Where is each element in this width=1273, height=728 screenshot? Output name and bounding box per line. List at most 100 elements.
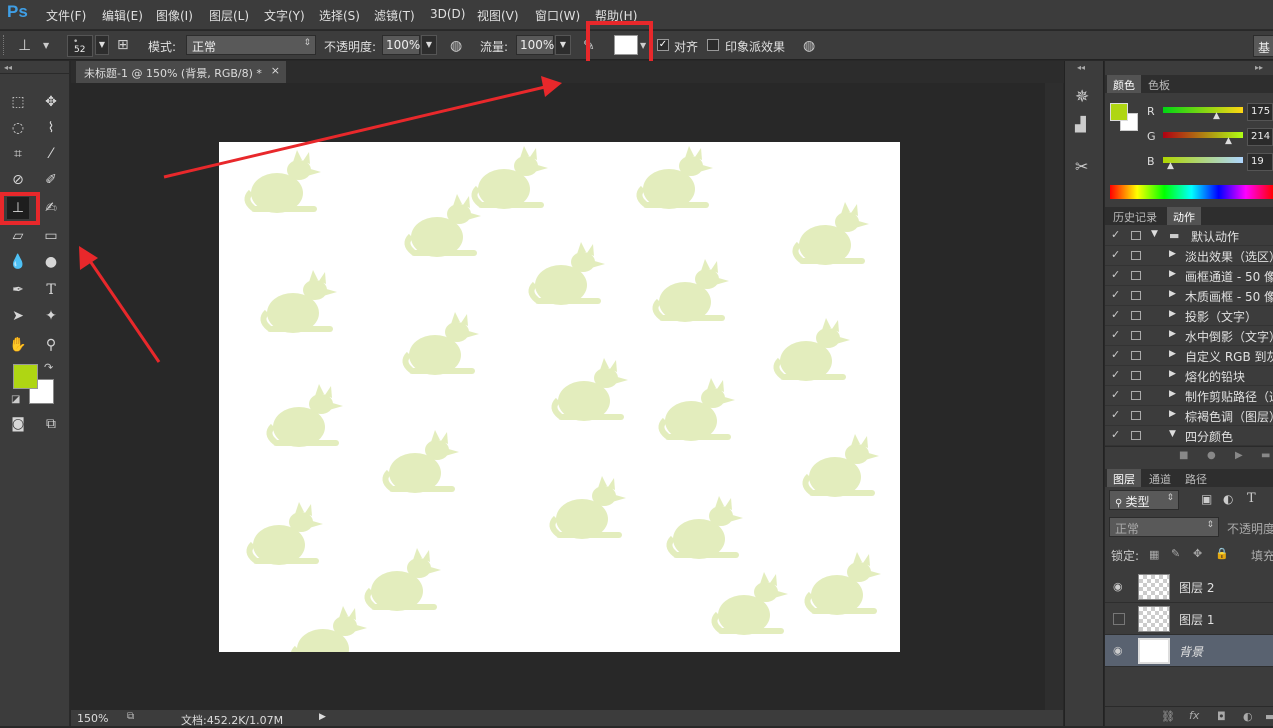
b-slider[interactable]	[1163, 157, 1243, 163]
layer-thumbnail[interactable]	[1138, 638, 1170, 664]
action-dialog-toggle[interactable]	[1131, 351, 1141, 360]
zoom-level[interactable]: 150%	[77, 712, 108, 725]
action-check-icon[interactable]: ✓	[1111, 248, 1120, 261]
tab-history[interactable]: 历史记录	[1107, 207, 1163, 225]
expand-triangle-icon[interactable]: ▶	[1169, 249, 1176, 259]
action-dialog-toggle[interactable]	[1131, 391, 1141, 400]
tab-color[interactable]: 颜色	[1107, 75, 1141, 93]
stop-icon[interactable]: ■	[1179, 450, 1188, 461]
expand-triangle-icon[interactable]: ▼	[1151, 229, 1158, 239]
action-check-icon[interactable]: ✓	[1111, 428, 1120, 441]
action-dialog-toggle[interactable]	[1131, 331, 1141, 340]
layer-name[interactable]: 图层 2	[1179, 579, 1214, 596]
action-check-icon[interactable]: ✓	[1111, 328, 1120, 341]
new-group-icon[interactable]: ▬	[1265, 710, 1273, 723]
action-check-icon[interactable]: ✓	[1111, 228, 1120, 241]
action-row[interactable]: ✓ ▶ 投影（文字）	[1105, 306, 1273, 326]
layer-filter-select[interactable]: ⚲ 类型 ⇕	[1109, 490, 1179, 510]
fx-icon[interactable]: fx	[1189, 709, 1199, 722]
action-row[interactable]: ▬ ✓ ▼ 默认动作	[1105, 226, 1273, 246]
status-menu-arrow-icon[interactable]: ▶	[319, 712, 326, 722]
layer-row[interactable]: ◉ 图层 2	[1105, 571, 1273, 603]
action-dialog-toggle[interactable]	[1131, 251, 1141, 260]
eye-icon[interactable]: ◉	[1113, 580, 1123, 593]
r-slider[interactable]	[1163, 107, 1243, 113]
tab-layers[interactable]: 图层	[1107, 469, 1141, 487]
record-icon[interactable]: ●	[1207, 450, 1216, 461]
action-row[interactable]: ✓ ▶ 木质画框 - 50 像素	[1105, 286, 1273, 306]
hidden-layer-box[interactable]	[1113, 613, 1125, 625]
link-icon[interactable]: ⛓	[1161, 710, 1175, 723]
share-icon[interactable]: ⧉	[127, 711, 134, 722]
expand-triangle-icon[interactable]: ▶	[1169, 269, 1176, 279]
action-dialog-toggle[interactable]	[1131, 411, 1141, 420]
action-check-icon[interactable]: ✓	[1111, 388, 1120, 401]
lock-position-icon[interactable]: ✥	[1193, 547, 1202, 560]
collapse-icon[interactable]: ◂◂	[1077, 63, 1085, 72]
action-check-icon[interactable]: ✓	[1111, 268, 1120, 281]
slider-handle-icon[interactable]: ▲	[1213, 111, 1220, 121]
eye-icon[interactable]: ◉	[1113, 644, 1123, 657]
action-row[interactable]: ✓ ▶ 自定义 RGB 到灰度	[1105, 346, 1273, 366]
expand-triangle-icon[interactable]: ▶	[1169, 289, 1176, 299]
tools-preset-icon[interactable]: ✂	[1075, 157, 1088, 176]
layer-thumbnail[interactable]	[1138, 606, 1170, 632]
g-value[interactable]: 214	[1247, 128, 1273, 146]
action-dialog-toggle[interactable]	[1131, 311, 1141, 320]
action-check-icon[interactable]: ✓	[1111, 408, 1120, 421]
adjustment-layer-icon[interactable]: ◐	[1243, 710, 1253, 723]
lock-pixels-icon[interactable]: ✎	[1171, 547, 1180, 560]
expand-triangle-icon[interactable]: ▶	[1169, 369, 1176, 379]
type-filter-icon[interactable]: T	[1247, 491, 1256, 506]
expand-triangle-icon[interactable]: ▼	[1169, 429, 1176, 439]
folder-icon[interactable]: ▬	[1261, 450, 1270, 461]
action-row[interactable]: ✓ ▶ 熔化的铅块	[1105, 366, 1273, 386]
lock-transparent-icon[interactable]: ▦	[1149, 548, 1159, 561]
action-dialog-toggle[interactable]	[1131, 231, 1141, 240]
adjustment-filter-icon[interactable]: ◐	[1223, 492, 1233, 506]
image-filter-icon[interactable]: ▣	[1201, 492, 1212, 506]
action-row[interactable]: ✓ ▼ 四分颜色	[1105, 426, 1273, 446]
navigator-icon[interactable]: ✵	[1075, 87, 1089, 107]
action-row[interactable]: ✓ ▶ 淡出效果（选区）	[1105, 246, 1273, 266]
action-row[interactable]: ✓ ▶ 制作剪贴路径（选区）	[1105, 386, 1273, 406]
action-dialog-toggle[interactable]	[1131, 291, 1141, 300]
color-fg-chip[interactable]	[1110, 103, 1128, 121]
expand-triangle-icon[interactable]: ▶	[1169, 349, 1176, 359]
action-dialog-toggle[interactable]	[1131, 431, 1141, 440]
expand-triangle-icon[interactable]: ▶	[1169, 329, 1176, 339]
action-dialog-toggle[interactable]	[1131, 371, 1141, 380]
layer-row[interactable]: 图层 1	[1105, 603, 1273, 635]
blend-mode-select[interactable]: 正常 ⇕	[1109, 517, 1219, 537]
expand-icon[interactable]: ▸▸	[1255, 63, 1263, 72]
action-check-icon[interactable]: ✓	[1111, 288, 1120, 301]
layer-thumbnail[interactable]	[1138, 574, 1170, 600]
lock-all-icon[interactable]: 🔒	[1215, 547, 1229, 560]
action-check-icon[interactable]: ✓	[1111, 348, 1120, 361]
expand-triangle-icon[interactable]: ▶	[1169, 389, 1176, 399]
layer-row[interactable]: ◉ 背景	[1105, 635, 1273, 667]
play-icon[interactable]: ▶	[1235, 450, 1243, 461]
action-row[interactable]: ✓ ▶ 棕褐色调（图层）	[1105, 406, 1273, 426]
layer-name[interactable]: 背景	[1179, 643, 1203, 660]
right-panels: ▸▸ 颜色 色板 R ▲ 175 G ▲ 214 B ▲ 19 历史记录 动作 …	[1105, 61, 1273, 726]
tab-swatches[interactable]: 色板	[1142, 75, 1176, 93]
histogram-icon[interactable]: ▟	[1075, 117, 1086, 133]
b-value[interactable]: 19	[1247, 153, 1273, 171]
layer-name[interactable]: 图层 1	[1179, 611, 1214, 628]
tab-channels[interactable]: 通道	[1143, 469, 1177, 487]
action-check-icon[interactable]: ✓	[1111, 308, 1120, 321]
action-dialog-toggle[interactable]	[1131, 271, 1141, 280]
expand-triangle-icon[interactable]: ▶	[1169, 409, 1176, 419]
action-row[interactable]: ✓ ▶ 画框通道 - 50 像素	[1105, 266, 1273, 286]
color-spectrum[interactable]	[1110, 185, 1273, 199]
tab-actions[interactable]: 动作	[1167, 207, 1201, 225]
slider-handle-icon[interactable]: ▲	[1225, 136, 1232, 146]
r-value[interactable]: 175	[1247, 103, 1273, 121]
expand-triangle-icon[interactable]: ▶	[1169, 309, 1176, 319]
tab-paths[interactable]: 路径	[1179, 469, 1213, 487]
mask-icon[interactable]: ◘	[1217, 710, 1226, 723]
slider-handle-icon[interactable]: ▲	[1167, 161, 1174, 171]
action-row[interactable]: ✓ ▶ 水中倒影（文字）	[1105, 326, 1273, 346]
action-check-icon[interactable]: ✓	[1111, 368, 1120, 381]
